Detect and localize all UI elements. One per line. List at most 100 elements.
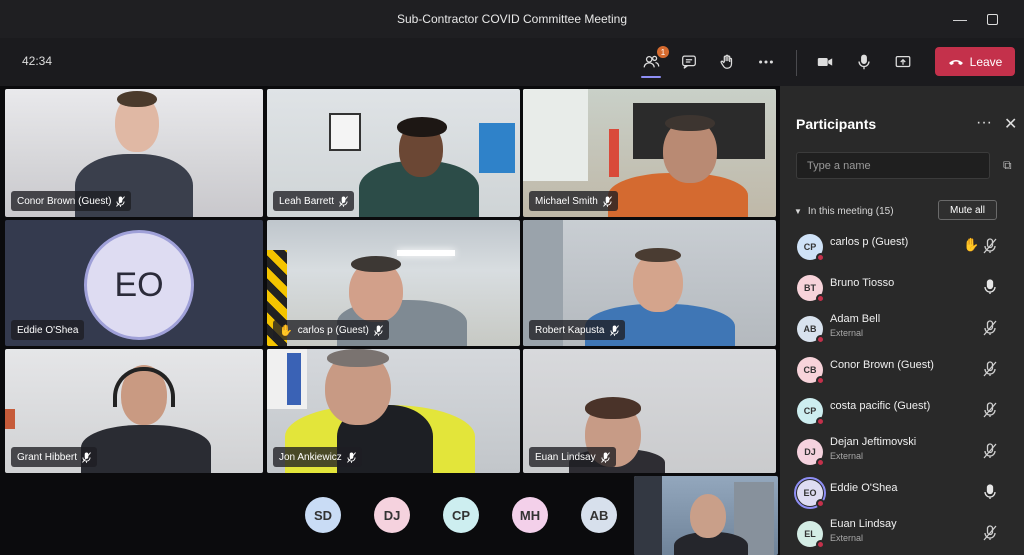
overflow-avatar[interactable]: CP [443, 497, 479, 533]
title-bar: Sub-Contractor COVID Committee Meeting — [0, 0, 1024, 38]
participant-avatar: CP [797, 398, 825, 426]
participant-row[interactable]: EO Eddie O'Shea [780, 472, 1024, 512]
participant-name-tag: Jon Ankiewicz [273, 447, 362, 467]
mic-muted-icon[interactable] [983, 320, 997, 336]
status-dot [816, 253, 825, 262]
mic-icon[interactable] [983, 484, 997, 500]
video-tile[interactable]: Grant Hibbert [5, 349, 263, 473]
participant-subtitle: External [830, 451, 864, 461]
mic-muted-icon [609, 324, 619, 336]
participant-name: Adam Bell [830, 313, 881, 325]
window-title: Sub-Contractor COVID Committee Meeting [396, 12, 628, 26]
in-meeting-section-header[interactable]: ▼ In this meeting (15) [794, 206, 894, 217]
mic-muted-icon[interactable] [983, 361, 997, 377]
video-tile[interactable]: Jon Ankiewicz [267, 349, 520, 473]
participant-avatar: BT [797, 275, 825, 303]
participant-search-input[interactable] [796, 152, 990, 179]
overflow-avatar[interactable]: DJ [374, 497, 410, 533]
participant-name-tag: Euan Lindsay [529, 447, 616, 467]
participant-name: costa pacific (Guest) [830, 400, 931, 412]
participant-row[interactable]: AB Adam Bell External [780, 308, 1024, 348]
status-dot [816, 540, 825, 549]
participant-name: Conor Brown (Guest) [830, 359, 934, 371]
camera-button[interactable] [812, 50, 838, 74]
panel-more-button[interactable]: ··· [976, 114, 992, 132]
raise-hand-button[interactable] [714, 50, 740, 74]
video-tile[interactable]: EO Eddie O'Shea [5, 220, 263, 346]
maximize-icon [986, 13, 998, 25]
overflow-avatar[interactable]: MH [512, 497, 548, 533]
participant-row[interactable]: EL Euan Lindsay External [780, 513, 1024, 553]
hang-up-icon [948, 59, 963, 65]
overflow-avatar[interactable]: SD [305, 497, 341, 533]
share-screen-icon [895, 55, 911, 68]
participant-name: Euan Lindsay [830, 518, 897, 530]
mic-muted-icon [373, 324, 383, 336]
status-dot [816, 294, 825, 303]
participant-name: Eddie O'Shea [17, 324, 79, 336]
mute-all-button[interactable]: Mute all [938, 200, 997, 220]
participant-avatar: AB [797, 316, 825, 344]
participant-name: Michael Smith [535, 195, 598, 207]
participant-name-tag: Robert Kapusta [529, 320, 625, 340]
status-dot [816, 417, 825, 426]
mic-icon [858, 54, 870, 70]
avatar-initials: AB [803, 324, 817, 334]
participant-name-tag: Leah Barrett [273, 191, 355, 211]
mic-muted-icon[interactable] [983, 443, 997, 459]
participant-avatar: EO [794, 477, 826, 509]
video-tile[interactable]: Conor Brown (Guest) [5, 89, 263, 217]
video-tile[interactable]: Euan Lindsay [523, 349, 776, 473]
chat-button[interactable] [676, 50, 702, 74]
participant-row[interactable]: CP carlos p (Guest) ✋ [780, 226, 1024, 266]
participant-row[interactable]: CB Conor Brown (Guest) [780, 349, 1024, 389]
minimize-button[interactable]: — [951, 10, 969, 28]
leave-label: Leave [969, 54, 1003, 69]
video-tile[interactable]: Michael Smith [523, 89, 776, 217]
active-indicator [641, 76, 661, 78]
call-timer: 42:34 [22, 54, 53, 68]
avatar-initials: EL [804, 529, 816, 539]
raise-hand-icon [720, 54, 733, 69]
participant-row[interactable]: DJ Dejan Jeftimovski External [780, 431, 1024, 471]
panel-title: Participants [796, 116, 877, 132]
participant-name-tag: Grant Hibbert [11, 447, 98, 467]
status-dot [816, 458, 825, 467]
participant-name: Dejan Jeftimovski [830, 436, 917, 448]
participant-name: Conor Brown (Guest) [17, 195, 112, 207]
avatar-initials: DJ [804, 447, 816, 457]
participant-avatar: EL [797, 521, 825, 549]
self-view-tile[interactable] [634, 476, 778, 555]
participant-name: Eddie O'Shea [830, 482, 898, 494]
participant-name: Jon Ankiewicz [279, 451, 342, 463]
participants-button[interactable]: 1 [638, 46, 669, 78]
mic-button[interactable] [851, 50, 877, 74]
share-invite-icon[interactable]: ⧉ [1003, 158, 1012, 173]
camera-icon [817, 57, 833, 67]
avatar-initials: CP [803, 406, 817, 416]
leave-button[interactable]: Leave [935, 47, 1015, 76]
video-tile[interactable]: Leah Barrett [267, 89, 520, 217]
share-screen-button[interactable] [890, 50, 916, 74]
participant-row[interactable]: BT Bruno Tiosso [780, 267, 1024, 307]
participant-subtitle: External [830, 533, 864, 543]
avatar-initials: BT [804, 283, 816, 293]
maximize-button[interactable] [983, 10, 1001, 28]
call-toolbar: 42:34 1 Leave [0, 38, 1024, 86]
participant-row[interactable]: CP costa pacific (Guest) [780, 390, 1024, 430]
mic-muted-icon[interactable] [983, 238, 997, 254]
video-tile[interactable]: Robert Kapusta [523, 220, 776, 346]
raised-hand-icon: ✋ [279, 324, 293, 337]
mic-muted-icon[interactable] [983, 525, 997, 541]
participant-name: carlos p (Guest) [830, 236, 909, 248]
overflow-avatar[interactable]: AB [581, 497, 617, 533]
video-tile[interactable]: ✋ carlos p (Guest) [267, 220, 520, 346]
more-actions-button[interactable] [753, 50, 779, 74]
raised-hand-icon: ✋ [963, 237, 980, 252]
panel-close-button[interactable]: ✕ [1004, 114, 1017, 134]
mic-muted-icon [346, 451, 356, 463]
participant-name: carlos p (Guest) [297, 324, 369, 336]
mic-muted-icon[interactable] [983, 402, 997, 418]
mic-icon[interactable] [983, 279, 997, 295]
chat-icon [682, 55, 696, 69]
